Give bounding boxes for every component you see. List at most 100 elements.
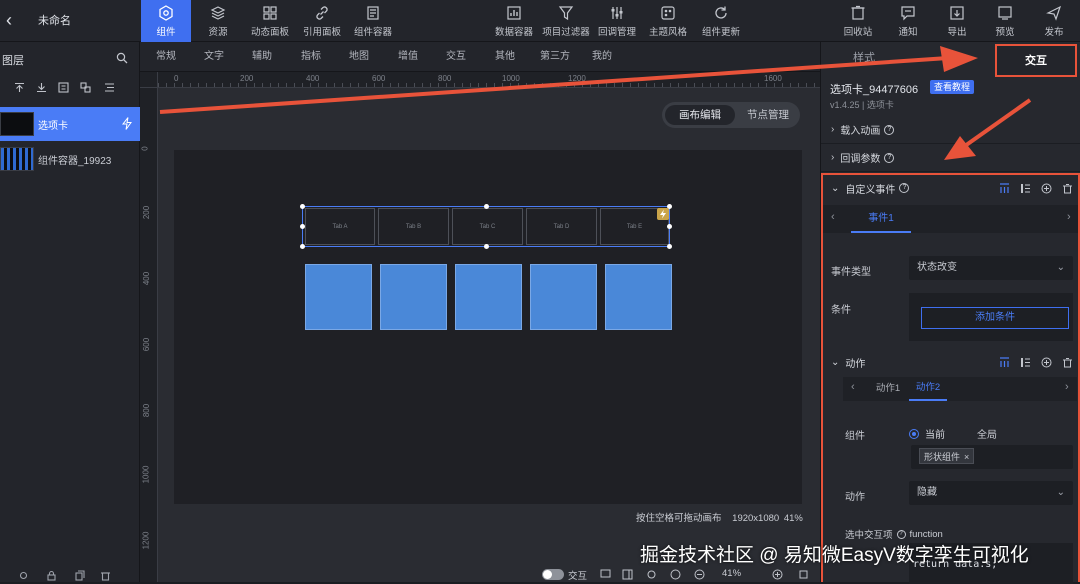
category-tab[interactable]: 指标 (301, 42, 321, 72)
callback-params-section[interactable]: › 回调参数 ? (821, 144, 1080, 172)
resize-handle[interactable] (484, 244, 489, 249)
resize-handle[interactable] (300, 204, 305, 209)
search-icon[interactable] (116, 52, 128, 64)
toolbar-resource-button[interactable]: 资源 (194, 0, 242, 42)
toolbar-update-button[interactable]: 组件更新 (697, 0, 745, 42)
add-circle-icon[interactable] (1041, 183, 1052, 194)
toolbar-callback-button[interactable]: 回调管理 (593, 0, 641, 42)
tab-interaction[interactable]: 交互 (995, 44, 1077, 77)
add-condition-button[interactable]: 添加条件 (921, 307, 1069, 329)
resize-handle[interactable] (300, 244, 305, 249)
gear-icon[interactable] (646, 569, 657, 580)
ungroup-icon[interactable] (80, 82, 91, 93)
action-tab-active[interactable]: 动作2 (909, 377, 947, 401)
load-animation-section[interactable]: › 载入动画 ? (821, 116, 1080, 144)
category-tab[interactable]: 地图 (349, 42, 369, 72)
help-icon[interactable] (670, 569, 681, 580)
category-tab[interactable]: 辅助 (252, 42, 272, 72)
zoom-level[interactable]: 41% (722, 568, 741, 579)
category-tab[interactable]: 常规 (156, 42, 176, 72)
component-tag-input[interactable]: 形状组件 × (911, 445, 1073, 469)
shape-card[interactable] (380, 264, 447, 330)
shape-card[interactable] (530, 264, 597, 330)
category-tab[interactable]: 交互 (446, 42, 466, 72)
layer-item[interactable]: 组件容器_19923 (0, 142, 140, 176)
action-select[interactable]: 隐藏 ⌄ (909, 481, 1073, 505)
zoom-in-icon[interactable] (772, 569, 783, 580)
settings-icon[interactable] (18, 570, 29, 581)
toolbar-reference-panel-button[interactable]: 引用面板 (298, 0, 346, 42)
interaction-toggle[interactable] (542, 569, 564, 580)
tutorial-badge[interactable]: 查看教程 (930, 80, 975, 94)
tab-component[interactable]: Tab A Tab B Tab C Tab D Tab E (300, 204, 672, 249)
chevron-right-icon[interactable]: › (1067, 211, 1071, 223)
shape-card[interactable] (605, 264, 672, 330)
tab-canvas-edit[interactable]: 画布编辑 (665, 105, 735, 125)
category-tab[interactable]: 第三方 (540, 42, 570, 72)
toolbar-preview-button[interactable]: 预览 (983, 0, 1027, 42)
category-tab[interactable]: 文字 (204, 42, 224, 72)
layer-item[interactable]: 选项卡 (0, 107, 140, 141)
list-view-icon[interactable] (104, 82, 115, 93)
toolbar-notify-button[interactable]: 通知 (886, 0, 930, 42)
category-tab[interactable]: 我的 (592, 42, 612, 72)
radio-current[interactable]: 当前 (909, 426, 945, 441)
zoom-out-icon[interactable] (694, 569, 705, 580)
chevron-left-icon[interactable]: ‹ (831, 211, 835, 223)
toolbar-dynamic-panel-button[interactable]: 动态面板 (246, 0, 294, 42)
template-icon[interactable] (999, 357, 1010, 368)
toolbar-component-button[interactable]: 组件 (141, 0, 191, 42)
tab-node-manage[interactable]: 节点管理 (738, 105, 798, 125)
tab-item[interactable]: Tab C (452, 208, 523, 245)
category-tab[interactable]: 其他 (495, 42, 515, 72)
list-icon[interactable] (1020, 183, 1031, 194)
close-icon[interactable]: × (964, 452, 969, 462)
trash-icon[interactable] (1062, 183, 1073, 194)
back-button[interactable]: ‹ (6, 10, 22, 30)
toolbar-data-container-button[interactable]: 数据容器 (490, 0, 538, 42)
canvas-area[interactable]: 0 200 400 600 800 1000 1200 1600 0 200 4… (140, 72, 820, 582)
chevron-left-icon[interactable]: ‹ (851, 381, 855, 393)
tab-style[interactable]: 样式 (821, 42, 907, 74)
move-up-icon[interactable] (14, 82, 25, 93)
comment-icon[interactable] (600, 569, 611, 580)
shape-card[interactable] (455, 264, 522, 330)
custom-event-header[interactable]: ⌄ 自定义事件 ? (823, 175, 1078, 201)
fit-screen-icon[interactable] (798, 569, 809, 580)
event-tab[interactable]: 事件1 (851, 205, 911, 233)
project-title[interactable]: 未命名 (38, 12, 71, 28)
event-type-select[interactable]: 状态改变 ⌄ (909, 256, 1073, 280)
group-icon[interactable] (58, 82, 69, 93)
selected-tab-row: 选中交互项 ? function (845, 527, 943, 542)
template-icon[interactable] (999, 183, 1010, 194)
toolbar-recycle-button[interactable]: 回收站 (836, 0, 880, 42)
toolbar-filter-button[interactable]: 项目过滤器 (540, 0, 592, 42)
canvas-stage[interactable]: Tab A Tab B Tab C Tab D Tab E (174, 150, 802, 504)
resize-handle[interactable] (667, 224, 672, 229)
category-tab[interactable]: 增值 (398, 42, 418, 72)
resize-handle[interactable] (300, 224, 305, 229)
action-tab[interactable]: 动作1 (869, 377, 907, 401)
toolbar-export-button[interactable]: 导出 (935, 0, 979, 42)
resize-handle[interactable] (667, 244, 672, 249)
sidebar-toggle-icon[interactable] (622, 569, 633, 580)
shape-card[interactable] (305, 264, 372, 330)
chevron-right-icon[interactable]: › (1065, 381, 1069, 393)
copy-icon[interactable] (74, 570, 85, 581)
interaction-badge-icon[interactable] (657, 208, 669, 220)
radio-global[interactable]: 全局 (977, 426, 997, 441)
resize-handle[interactable] (484, 204, 489, 209)
trash-icon[interactable] (1062, 357, 1073, 368)
action-header[interactable]: ⌄ 动作 (823, 349, 1078, 375)
tab-item[interactable]: Tab A (305, 208, 375, 245)
delete-icon[interactable] (100, 570, 111, 581)
list-icon[interactable] (1020, 357, 1031, 368)
toolbar-publish-button[interactable]: 发布 (1032, 0, 1076, 42)
move-down-icon[interactable] (36, 82, 47, 93)
toolbar-theme-button[interactable]: 主题风格 (644, 0, 692, 42)
lock-icon[interactable] (46, 570, 57, 581)
add-circle-icon[interactable] (1041, 357, 1052, 368)
tab-item[interactable]: Tab B (378, 208, 449, 245)
toolbar-container-button[interactable]: 组件容器 (349, 0, 397, 42)
tab-item[interactable]: Tab D (526, 208, 597, 245)
